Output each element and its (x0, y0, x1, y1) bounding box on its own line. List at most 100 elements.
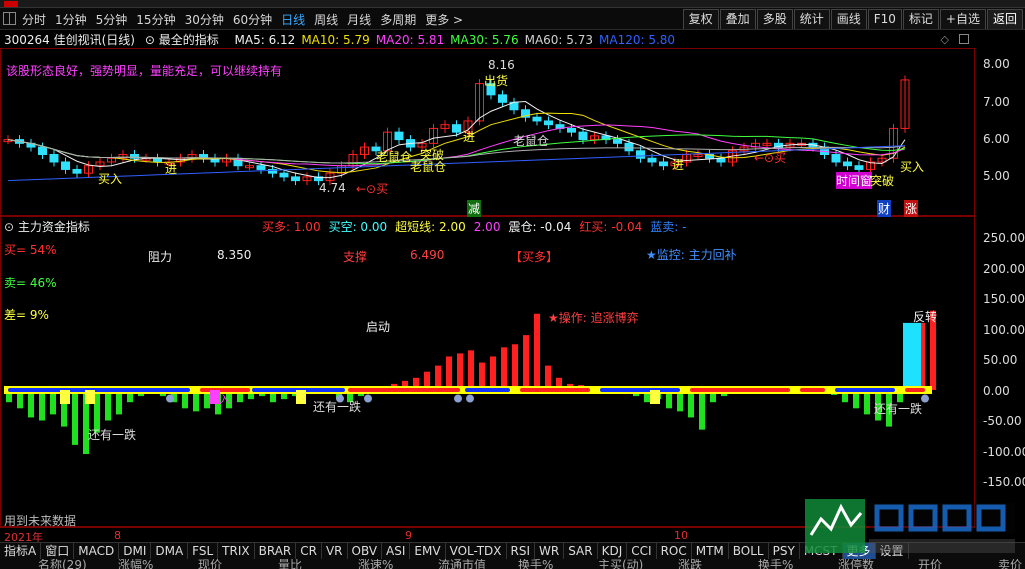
period-tab[interactable]: 1分钟 (55, 11, 87, 28)
finance-marker[interactable]: 财 (877, 200, 892, 217)
column-header[interactable]: 涨幅% (118, 559, 153, 569)
period-tab[interactable]: 5分钟 (96, 11, 128, 28)
indicator-tab[interactable]: DMA (151, 543, 189, 559)
indicator-tab[interactable]: KDJ (598, 543, 628, 559)
candle-body (567, 127, 576, 133)
period-tab[interactable]: 30分钟 (185, 11, 224, 28)
toolbar-button[interactable]: +自选 (939, 9, 986, 29)
zero-band-segment (465, 388, 510, 392)
diamond-icon[interactable]: ◇ (941, 33, 949, 46)
resistance-label: 阻力 (148, 250, 173, 264)
indicator-tab[interactable]: WR (535, 543, 565, 559)
support-label: 支撑 (343, 250, 368, 264)
toolbar-button[interactable]: 统计 (793, 9, 830, 29)
candle-body (38, 146, 47, 156)
flow-tick: 200.00 (983, 261, 1025, 276)
period-tab[interactable]: 15分钟 (136, 11, 175, 28)
period-tab[interactable]: 更多 > (425, 11, 463, 28)
flow-bar (490, 356, 496, 390)
column-header[interactable]: 名称(29) (38, 559, 87, 569)
anno-jin: 进 (165, 162, 178, 176)
signal-label: 【买多】 (510, 250, 559, 264)
site-watermark-logo (805, 499, 1015, 553)
toolbar-button[interactable]: 标记 (902, 9, 939, 29)
low-price-label: 4.74 (319, 181, 346, 195)
column-header[interactable]: 涨跌 (678, 559, 702, 569)
column-header[interactable]: 现价 (198, 559, 222, 569)
monitor-label: ★监控: 主力回补 (646, 248, 737, 262)
toolbar-button[interactable]: 叠加 (719, 9, 756, 29)
candle-body (613, 139, 622, 144)
column-header[interactable]: 换手% (758, 559, 793, 569)
column-header[interactable]: 流通市值 (438, 559, 486, 569)
flow-bar (688, 390, 694, 418)
reversal-bar (903, 322, 921, 390)
indicator-tab[interactable]: MTM (692, 543, 729, 559)
indicator-tab[interactable]: OBV (348, 543, 383, 559)
date-month: 9 (405, 529, 412, 542)
toolbar-button[interactable]: 返回 (986, 9, 1023, 29)
resistance-value: 8.350 (217, 248, 252, 262)
signal-face-icon (166, 394, 174, 403)
flow-bar (479, 362, 485, 390)
indicator-tab[interactable]: VR (322, 543, 348, 559)
anno-jin: 进 (463, 130, 476, 144)
indicator-tab[interactable]: CCI (627, 543, 657, 559)
toolbar-button[interactable]: 画线 (830, 9, 867, 29)
candle-body (72, 168, 82, 174)
period-tab[interactable]: 周线 (314, 11, 338, 28)
ma-value: MA60: 5.73 (524, 33, 594, 47)
indicator-tab[interactable]: BOLL (729, 543, 769, 559)
candle-body (544, 120, 553, 126)
indicator-tab[interactable]: PSY (769, 543, 800, 559)
zero-band-segment (905, 388, 925, 392)
anno-rat-position: 老鼠仓 (513, 134, 550, 148)
period-tab[interactable]: 60分钟 (233, 11, 272, 28)
candle-body (843, 161, 852, 167)
limit-up-marker[interactable]: 涨 (904, 200, 919, 217)
indicator-tab[interactable]: ROC (657, 543, 692, 559)
anno-shipment: 出货 (484, 74, 509, 88)
indicator-tab[interactable]: RSI (507, 543, 536, 559)
toolbar-button[interactable]: 复权 (682, 9, 719, 29)
capital-flow-chart[interactable] (0, 216, 975, 527)
zero-band-segment (348, 388, 460, 392)
flow-tick: 250.00 (983, 231, 1025, 245)
indicator-tab[interactable]: CR (296, 543, 322, 559)
indicator-tab[interactable]: SAR (564, 543, 598, 559)
candle-body (578, 131, 588, 141)
support-value: 6.490 (410, 248, 445, 262)
indicator-tab[interactable]: MACD (74, 543, 120, 559)
maximize-icon[interactable] (959, 34, 969, 44)
indicator-tab[interactable]: ASI (382, 543, 411, 559)
period-tab[interactable]: 分时 (22, 11, 46, 28)
period-tab[interactable]: 多周期 (380, 11, 416, 28)
title-strip (0, 0, 1025, 8)
signal-face-icon (454, 394, 462, 403)
indicator-selector[interactable]: ⊙ 最全的指标 (145, 33, 225, 47)
column-header[interactable]: 主买(动) (598, 559, 643, 569)
anno-buy: 买入 (98, 172, 123, 186)
column-header[interactable]: 量比 (278, 559, 302, 569)
zero-band-segment (835, 388, 895, 392)
anno-buy-arrow: ←⊙买 (754, 151, 787, 165)
diff-percent: 差= 9% (4, 308, 49, 322)
candle-body (854, 165, 864, 170)
flow-bar (446, 356, 452, 390)
column-header[interactable]: 涨速% (358, 559, 393, 569)
indicator-tab[interactable]: EMV (410, 543, 446, 559)
toolbar-button[interactable]: 多股 (756, 9, 793, 29)
ma-values: MA5: 6.12 MA10: 5.79 MA20: 5.81 MA30: 5.76 M… (235, 33, 682, 47)
indicator-tab[interactable]: DMI (119, 543, 152, 559)
column-header[interactable]: 换手% (518, 559, 553, 569)
indicator-tab[interactable]: 指标A (0, 543, 42, 559)
grid-icon[interactable] (3, 12, 16, 25)
indicator-tab[interactable]: BRAR (255, 543, 297, 559)
indicator-tab[interactable]: TRIX (218, 543, 255, 559)
period-tab[interactable]: 月线 (347, 11, 371, 28)
indicator-tab[interactable]: VOL-TDX (446, 543, 507, 559)
indicator-tab[interactable]: 窗口 (41, 543, 75, 559)
period-tab[interactable]: 日线 (281, 11, 305, 28)
indicator-tab[interactable]: FSL (188, 543, 219, 559)
toolbar-button[interactable]: F10 (867, 9, 902, 29)
